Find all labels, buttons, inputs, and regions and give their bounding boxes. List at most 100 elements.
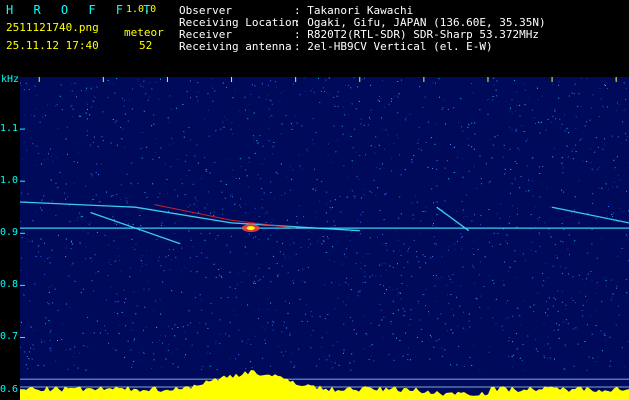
noise-pixel xyxy=(289,257,291,259)
noise-pixel xyxy=(611,214,613,216)
noise-pixel xyxy=(94,254,96,256)
noise-pixel xyxy=(250,93,252,95)
noise-pixel xyxy=(192,246,194,248)
noise-pixel xyxy=(539,245,541,247)
noise-pixel xyxy=(362,188,364,190)
noise-pixel xyxy=(492,144,494,146)
noise-pixel xyxy=(407,250,409,252)
noise-pixel xyxy=(493,232,495,234)
noise-pixel xyxy=(272,146,274,148)
noise-pixel xyxy=(126,173,128,175)
noise-pixel xyxy=(67,368,69,370)
noise-pixel xyxy=(362,79,364,80)
noise-pixel xyxy=(407,359,409,361)
noise-pixel xyxy=(209,352,211,354)
noise-pixel xyxy=(341,263,343,265)
noise-pixel xyxy=(438,338,440,340)
noise-pixel xyxy=(573,93,575,95)
noise-pixel xyxy=(425,305,426,307)
noise-pixel xyxy=(625,133,627,135)
noise-pixel xyxy=(473,283,475,285)
noise-pixel xyxy=(122,128,124,130)
noise-pixel xyxy=(80,90,82,92)
noise-pixel xyxy=(357,291,359,293)
noise-pixel xyxy=(417,336,418,338)
noise-pixel xyxy=(181,183,183,185)
noise-pixel xyxy=(248,233,250,235)
noise-pixel xyxy=(476,188,478,189)
noise-pixel xyxy=(385,193,387,195)
noise-pixel xyxy=(516,348,518,350)
noise-pixel xyxy=(213,162,215,163)
noise-pixel xyxy=(184,331,186,333)
noise-pixel xyxy=(572,328,574,330)
noise-pixel xyxy=(21,236,23,238)
noise-pixel xyxy=(231,193,233,195)
noise-pixel xyxy=(110,264,112,265)
noise-pixel xyxy=(35,211,37,213)
noise-pixel xyxy=(47,104,48,106)
noise-pixel xyxy=(553,297,555,299)
noise-pixel xyxy=(284,256,286,258)
noise-pixel xyxy=(545,263,547,265)
noise-pixel xyxy=(208,135,210,137)
noise-pixel xyxy=(594,212,596,213)
noise-pixel xyxy=(94,138,96,140)
noise-pixel xyxy=(519,315,521,317)
noise-pixel xyxy=(450,329,452,331)
noise-pixel xyxy=(269,116,271,118)
noise-pixel xyxy=(273,255,274,257)
noise-pixel xyxy=(130,181,132,183)
noise-pixel xyxy=(364,271,366,273)
noise-pixel xyxy=(533,304,535,306)
spectrogram-plot[interactable] xyxy=(20,77,629,400)
noise-pixel xyxy=(270,181,272,183)
noise-pixel xyxy=(270,192,272,193)
noise-pixel xyxy=(575,151,577,153)
noise-pixel xyxy=(71,90,73,92)
noise-pixel xyxy=(319,102,321,103)
noise-pixel xyxy=(460,285,462,287)
noise-pixel xyxy=(232,196,233,198)
noise-pixel xyxy=(238,329,240,331)
noise-pixel xyxy=(323,241,325,242)
noise-pixel xyxy=(97,146,99,148)
noise-pixel xyxy=(29,300,31,302)
noise-pixel xyxy=(609,365,611,367)
noise-pixel xyxy=(102,139,104,141)
noise-pixel xyxy=(587,273,589,275)
noise-pixel xyxy=(72,108,74,110)
noise-pixel xyxy=(60,84,62,86)
noise-pixel xyxy=(387,134,389,135)
noise-pixel xyxy=(196,271,198,273)
noise-pixel xyxy=(85,258,87,260)
noise-pixel xyxy=(238,125,240,127)
noise-pixel xyxy=(313,168,315,170)
noise-pixel xyxy=(65,244,67,246)
noise-pixel xyxy=(172,142,174,144)
noise-pixel xyxy=(240,166,242,167)
noise-pixel xyxy=(28,88,30,90)
noise-pixel xyxy=(586,78,588,80)
noise-pixel xyxy=(277,274,279,276)
noise-pixel xyxy=(289,302,290,304)
noise-pixel xyxy=(145,93,147,95)
noise-pixel xyxy=(512,366,514,368)
noise-pixel xyxy=(382,233,383,235)
noise-pixel xyxy=(528,190,530,192)
noise-pixel xyxy=(321,243,323,245)
noise-pixel xyxy=(413,155,415,157)
noise-pixel xyxy=(409,113,411,115)
noise-pixel xyxy=(448,275,450,277)
noise-pixel xyxy=(211,312,213,314)
noise-pixel xyxy=(39,121,41,123)
noise-pixel xyxy=(409,246,411,248)
noise-pixel xyxy=(392,313,394,314)
noise-pixel xyxy=(343,352,344,354)
noise-pixel xyxy=(347,283,349,285)
noise-pixel xyxy=(489,275,490,276)
noise-pixel xyxy=(31,358,33,360)
noise-pixel xyxy=(357,295,359,297)
noise-pixel xyxy=(557,290,559,292)
noise-pixel xyxy=(86,130,88,132)
